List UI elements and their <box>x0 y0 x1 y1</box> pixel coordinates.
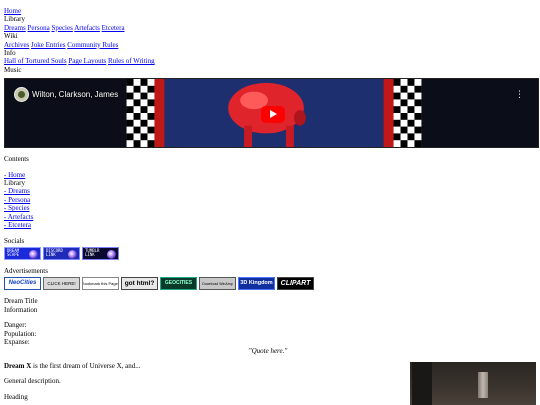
nav-link-community-rules[interactable]: Community Rules <box>67 41 118 49</box>
nav-home-link[interactable]: Home <box>4 7 21 15</box>
socials-heading: Socials <box>4 236 25 245</box>
dream-information-heading: Information <box>4 305 38 314</box>
nav-info-links: Hall of Tortured Souls Page Layouts Rule… <box>4 57 540 65</box>
nav-wiki-heading: Wiki <box>4 32 18 41</box>
contents-link-dreams[interactable]: - Dreams <box>4 187 30 195</box>
more-vertical-icon[interactable]: ⋮ <box>515 90 524 99</box>
dream-intro: Dream X is the first dream of Universe X… <box>4 362 141 370</box>
general-description: General description. <box>4 377 61 385</box>
nav-link-etcetera[interactable]: Etcetera <box>102 24 125 32</box>
3d-kingdom-ad[interactable]: 3D Kingdom <box>238 277 275 291</box>
nav-link-hall-of-tortured-souls[interactable]: Hall of Tortured Souls <box>4 57 67 65</box>
got-html-ad[interactable]: got html? <box>121 277 158 291</box>
orb-icon <box>29 249 38 259</box>
youtube-play-icon[interactable] <box>261 106 285 124</box>
neocities-ad[interactable]: NeoCities <box>4 277 41 291</box>
page-content: Home Library Dreams Persona Species Arte… <box>4 7 540 346</box>
expanse-label: Expanse: <box>4 337 30 346</box>
contents-heading: Contents <box>4 155 29 164</box>
contents-link-persona[interactable]: - Persona <box>4 196 30 204</box>
contents-link-etcetera[interactable]: - Etcetera <box>4 221 31 229</box>
download-winamp-ad[interactable]: Download WinAmp <box>199 277 236 291</box>
advertisements-heading: Advertisements <box>4 266 48 275</box>
badge-line: SCAPE <box>7 252 20 258</box>
click-here-ad[interactable]: CLICK HERE! <box>43 277 80 291</box>
nav-link-species[interactable]: Species <box>51 24 72 32</box>
checkered-flag-right <box>393 79 422 148</box>
dream-name-bold: Dream X <box>4 362 32 370</box>
dream-quote: "Quote here." <box>248 347 288 355</box>
orb-icon <box>68 249 77 259</box>
nav-library-heading: Library <box>4 15 25 24</box>
photo-door-frame <box>412 362 432 405</box>
dream-photo <box>410 362 536 405</box>
orb-icon <box>107 249 116 259</box>
population-label: Population: <box>4 329 37 338</box>
nav-link-rules-of-writing[interactable]: Rules of Writing <box>108 57 155 65</box>
youtube-embed[interactable]: Wilton, Clarkson, James ⋮ <box>4 78 539 149</box>
danger-label: Danger: <box>4 321 27 330</box>
contents-home-link[interactable]: - Home <box>4 171 25 179</box>
nav-wiki-links: Archives Joke Entries Community Rules <box>4 41 540 49</box>
photo-light <box>478 372 488 398</box>
nav-link-archives[interactable]: Archives <box>4 41 29 49</box>
bookmark-page-ad[interactable]: Bookmark this Page! <box>82 277 119 291</box>
advertisement-buttons: NeoCities CLICK HERE! Bookmark this Page… <box>4 277 540 291</box>
dream-title: Dream Title <box>4 297 38 306</box>
socials-badges: DREAM SCAPE DISCORD LINK TUMBLR LINK <box>4 246 540 260</box>
nav-info-heading: Info <box>4 49 16 58</box>
badge-line: LINK <box>46 252 56 258</box>
clipart-ad[interactable]: CLIPART <box>277 277 314 291</box>
video-channel-title[interactable]: Wilton, Clarkson, James <box>32 90 118 100</box>
badge-line: LINK <box>85 252 95 258</box>
contents-link-artefacts[interactable]: - Artefacts <box>4 213 33 221</box>
nav-link-joke-entries[interactable]: Joke Entries <box>31 41 65 49</box>
nav-link-dreams[interactable]: Dreams <box>4 24 26 32</box>
nav-library-links: Dreams Persona Species Artefacts Etceter… <box>4 24 540 32</box>
nav-link-persona[interactable]: Persona <box>28 24 50 32</box>
section-heading: Heading <box>4 393 28 401</box>
checkered-flag-left <box>126 79 155 148</box>
geocities-ad[interactable]: GEOCITIES <box>160 277 197 291</box>
tumblr-link-badge[interactable]: TUMBLR LINK <box>82 246 119 260</box>
nav-link-artefacts[interactable]: Artefacts <box>74 24 100 32</box>
nav-music-heading: Music <box>4 65 22 74</box>
contents-library-heading: Library <box>4 179 25 188</box>
nav-link-page-layouts[interactable]: Page Layouts <box>68 57 106 65</box>
contents-link-species[interactable]: - Species <box>4 204 29 212</box>
dream-intro-text: is the first dream of Universe X, and... <box>31 362 141 370</box>
discord-link-badge[interactable]: DISCORD LINK <box>43 246 80 260</box>
dreamscape-badge[interactable]: DREAM SCAPE <box>4 246 41 260</box>
